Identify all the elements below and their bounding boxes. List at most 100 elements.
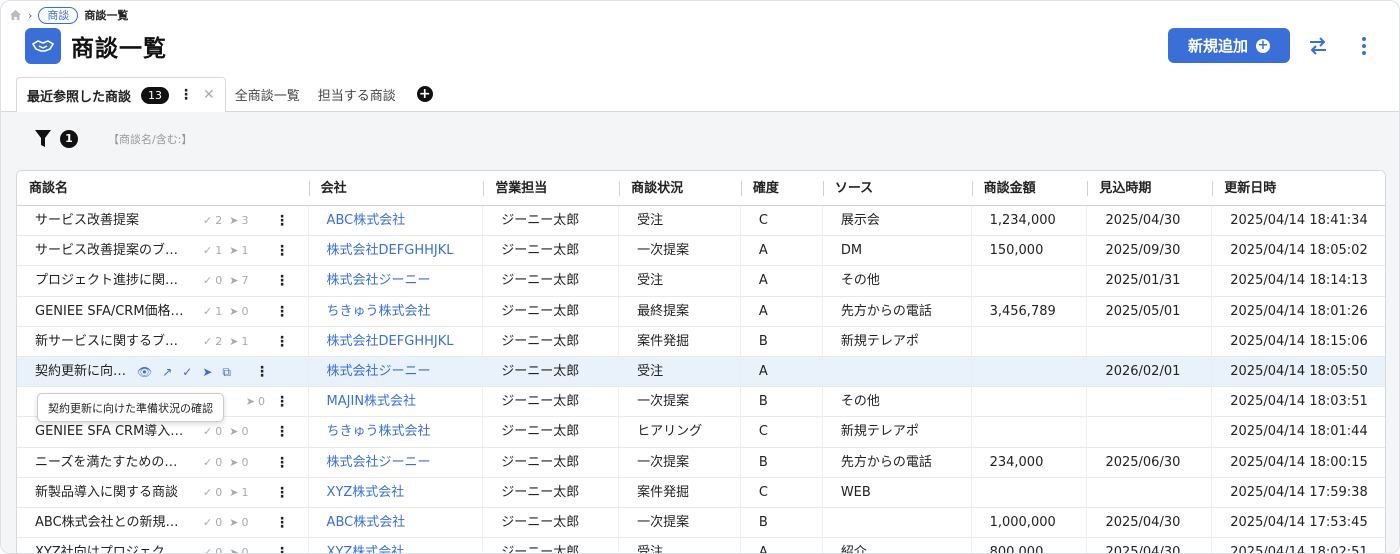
row-menu-icon[interactable]: ⋮ [275, 387, 289, 417]
deal-name[interactable]: GENIEE SFA/CRM価格… [35, 297, 185, 327]
deal-name[interactable]: サービス改善提案のブ… [35, 236, 185, 266]
source-cell: 新規テレアポ [823, 417, 972, 448]
swap-arrows-icon[interactable] [1306, 34, 1330, 58]
filter-icon[interactable] [34, 129, 52, 149]
row-menu-icon[interactable]: ⋮ [275, 417, 289, 447]
table-row[interactable]: ABC株式会社との新規… ✓ 0 ➤ 0 ⋮ ABC株式会社 ジーニー太郎 一次提案 B 1,000… [17, 507, 1385, 539]
table-row[interactable]: 新サービスに関するブ… ✓ 2 ➤ 1 ⋮ 株式会社DEFGHHJKL ジーニー太郎 案件発掘 B… [17, 326, 1385, 357]
deal-name[interactable]: サービス改善提案 [35, 206, 185, 236]
deal-name[interactable]: ABC株式会社との新規… [35, 508, 185, 538]
deal-name-cell[interactable]: ニーズを満たすための… ✓ 0 ➤ 0 ⋮ [17, 447, 309, 478]
company-cell[interactable]: 株式会社DEFGHHJKL [309, 326, 484, 357]
column-header[interactable]: ソース [822, 171, 972, 206]
row-menu-icon[interactable]: ⋮ [275, 206, 289, 236]
home-icon[interactable] [9, 9, 22, 21]
deal-name-cell[interactable]: プロジェクト進捗に関… ✓ 0 ➤ 7 ⋮ [17, 266, 309, 297]
company-cell[interactable]: 株式会社ジーニー [309, 266, 484, 297]
row-menu-icon[interactable]: ⋮ [275, 478, 289, 508]
row-menu-icon[interactable]: ⋮ [275, 508, 289, 538]
view-tabs: 最近参照した商談 13 ⋮ ✕ 全商談一覧 担当する商談 + [16, 77, 433, 112]
add-tab-button[interactable]: + [405, 77, 433, 111]
row-menu-icon[interactable]: ⋮ [275, 236, 289, 266]
deal-name[interactable]: XYZ社向けプロジェクト… [35, 538, 185, 553]
status-cell: 一次提案 [619, 507, 741, 538]
status-cell: 受注 [619, 206, 741, 236]
column-header[interactable]: 確度 [740, 171, 823, 206]
table-row[interactable]: 契約更新に向… 👁 ↗ ✓ ➤ ⧉ ⋮ 株式会社ジーニー ジーニー太郎 受注 A 2026/02/01… [17, 356, 1385, 388]
tab-all-deals[interactable]: 全商談一覧 [226, 77, 309, 111]
close-icon[interactable]: ✕ [203, 87, 215, 103]
sales-rep-cell: ジーニー太郎 [483, 326, 620, 357]
table-row[interactable]: GENIEE SFA/CRM価格… ✓ 1 ➤ 0 ⋮ ちきゅう株式会社 ジーニー太郎 最終提案… [17, 296, 1385, 327]
status-cell: 受注 [619, 538, 741, 553]
tab-count-badge: 13 [141, 86, 170, 104]
status-cell: 案件発掘 [619, 326, 741, 357]
updated-at-cell: 2025/04/14 18:02:51 [1230, 545, 1368, 554]
check-circle-icon: ✓ [203, 214, 213, 227]
row-menu-icon[interactable]: ⋮ [275, 448, 289, 478]
deal-name-cell[interactable]: 新製品導入に関する商談 ✓ 0 ➤ 1 ⋮ [17, 477, 309, 508]
table-row[interactable]: サービス改善提案のブ… ✓ 1 ➤ 1 ⋮ 株式会社DEFGHHJKL ジーニー太郎 一次提案 A… [17, 236, 1385, 267]
company-cell[interactable]: ABC株式会社 [309, 507, 484, 538]
deal-name[interactable]: プロジェクト進捗に関… [35, 266, 185, 296]
row-menu-icon[interactable]: ⋮ [275, 327, 289, 357]
expected-date-cell: 2025/01/31 [1087, 266, 1213, 297]
deal-name-cell[interactable]: XYZ社向けプロジェクト… ✓ 0 ➤ 0 ⋮ [17, 538, 309, 554]
tab-recent-deals[interactable]: 最近参照した商談 13 ⋮ ✕ [16, 77, 226, 112]
source-cell: 新規テレアポ [823, 326, 972, 357]
check-circle-icon: ✓ [203, 485, 213, 499]
deals-table: 商談名 会社 営業担当 商談状況 確度 ソース 商談金額 見込時期 更新日時 サービス改善提案 ✓… [16, 170, 1386, 554]
column-header[interactable]: 会社 [308, 171, 484, 206]
company-cell[interactable]: XYZ株式会社 [309, 477, 484, 508]
column-header[interactable]: 商談名 [17, 171, 309, 206]
table-row[interactable]: XYZ社向けプロジェクト… ✓ 0 ➤ 0 ⋮ XYZ株式会社 ジーニー太郎 受注 A 紹介 800,… [17, 538, 1385, 554]
add-new-button[interactable]: 新規追加 + [1168, 28, 1290, 63]
table-row[interactable]: サービス改善提案 ✓ 2 ➤ 3 ⋮ ABC株式会社 ジーニー太郎 受注 C 展示会 1,234,00… [17, 206, 1385, 237]
deal-name[interactable]: ニーズを満たすための… [35, 448, 185, 478]
table-row[interactable]: 新製品導入に関する商談 ✓ 0 ➤ 1 ⋮ XYZ株式会社 ジーニー太郎 案件発掘 C WEB 202… [17, 477, 1385, 508]
breadcrumb-link[interactable]: 商談 [38, 6, 79, 24]
deal-name[interactable]: 新製品導入に関する商談 [35, 478, 185, 508]
deal-name-cell[interactable]: サービス改善提案 ✓ 2 ➤ 3 ⋮ [17, 206, 309, 236]
company-cell[interactable]: 株式会社DEFGHHJKL [309, 236, 484, 267]
company-cell[interactable]: MAJIN株式会社 [309, 387, 484, 418]
check-circle-icon: ✓ [203, 546, 213, 554]
company-cell[interactable]: XYZ株式会社 [309, 538, 484, 553]
company-cell[interactable]: 株式会社ジーニー [309, 356, 484, 387]
column-header[interactable]: 見込時期 [1087, 171, 1212, 206]
column-header[interactable]: 営業担当 [483, 171, 619, 206]
company-cell[interactable]: ちきゅう株式会社 [309, 417, 484, 448]
row-menu-icon[interactable]: ⋮ [275, 538, 289, 553]
column-header[interactable]: 商談状況 [619, 171, 741, 206]
copy-icon[interactable]: ⧉ [222, 357, 231, 387]
deal-name-cell[interactable]: サービス改善提案のブ… ✓ 1 ➤ 1 ⋮ [17, 236, 309, 267]
row-menu-icon[interactable]: ⋮ [275, 266, 289, 296]
eye-icon[interactable]: 👁 [137, 357, 152, 387]
table-row[interactable]: プロジェクト進捗に関… ✓ 0 ➤ 7 ⋮ 株式会社ジーニー ジーニー太郎 受注 A その他 2025… [17, 266, 1385, 297]
row-menu-icon[interactable]: ⋮ [255, 357, 269, 387]
company-cell[interactable]: ABC株式会社 [309, 206, 484, 236]
column-header[interactable]: 更新日時 [1212, 171, 1385, 206]
company-cell[interactable]: 株式会社ジーニー [309, 447, 484, 478]
external-link-icon[interactable]: ↗ [162, 357, 172, 387]
deal-name-cell[interactable]: 新サービスに関するブ… ✓ 2 ➤ 1 ⋮ [17, 326, 309, 357]
tab-my-deals[interactable]: 担当する商談 [309, 77, 405, 111]
plus-circle-icon: + [1256, 37, 1270, 53]
deal-name-cell[interactable]: GENIEE SFA/CRM価格… ✓ 1 ➤ 0 ⋮ [17, 296, 309, 327]
deal-name-cell[interactable]: 契約更新に向… 👁 ↗ ✓ ➤ ⧉ ⋮ [17, 356, 309, 387]
tab-menu-icon[interactable]: ⋮ [179, 87, 193, 103]
done-count: 2 [215, 214, 223, 227]
column-header[interactable]: 商談金額 [971, 171, 1088, 206]
deal-name[interactable]: 契約更新に向… [35, 357, 131, 387]
filter-condition[interactable]: 【商談名/含む:】 [108, 131, 192, 147]
deal-name[interactable]: 新サービスに関するブ… [35, 327, 185, 357]
deal-name-cell[interactable]: ABC株式会社との新規… ✓ 0 ➤ 0 ⋮ [17, 507, 309, 538]
check-circle-icon[interactable]: ✓ [182, 357, 192, 387]
company-cell[interactable]: ちきゅう株式会社 [309, 296, 484, 327]
status-cell: 一次提案 [619, 387, 741, 418]
row-menu-icon[interactable]: ⋮ [275, 297, 289, 327]
more-vertical-icon[interactable] [1354, 34, 1374, 58]
table-row[interactable]: GENIEE SFA CRM導入に… ✓ 0 ➤ 0 ⋮ ちきゅう株式会社 ジーニー太郎 ヒアリ… [17, 417, 1385, 448]
next-action-icon[interactable]: ➤ [202, 357, 212, 387]
table-row[interactable]: ニーズを満たすための… ✓ 0 ➤ 0 ⋮ 株式会社ジーニー ジーニー太郎 一次提案 B 先方からの… [17, 447, 1385, 478]
